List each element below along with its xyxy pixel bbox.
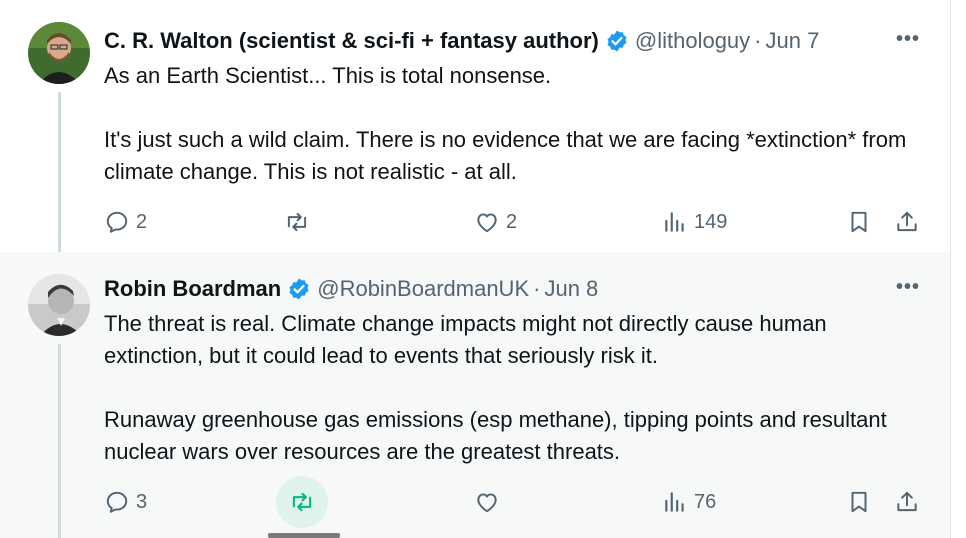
author-handle[interactable]: @RobinBoardmanUK	[317, 276, 529, 302]
thread-line	[58, 344, 61, 538]
author-name[interactable]: Robin Boardman	[104, 276, 281, 302]
tweet-card[interactable]: C. R. Walton (scientist & sci-fi + fanta…	[0, 0, 950, 252]
share-icon	[897, 211, 917, 232]
share-button[interactable]	[894, 482, 920, 522]
thread-line	[58, 92, 61, 252]
views-button[interactable]: 76	[662, 482, 716, 522]
views-icon	[665, 212, 684, 232]
retweet-icon	[287, 212, 307, 232]
action-bar: 3 76	[104, 476, 924, 528]
more-options-button[interactable]: •••	[896, 28, 920, 51]
author-handle[interactable]: @lithologuy	[635, 28, 750, 54]
heart-icon	[477, 493, 497, 513]
tweet-header: Robin Boardman @RobinBoardmanUK · Jun 8	[104, 276, 598, 302]
share-icon	[897, 491, 917, 512]
heart-icon	[477, 213, 497, 233]
author-name[interactable]: C. R. Walton (scientist & sci-fi + fanta…	[104, 28, 599, 54]
tweet-header: C. R. Walton (scientist & sci-fi + fanta…	[104, 28, 819, 54]
reply-icon	[106, 211, 128, 233]
reply-count: 3	[136, 490, 148, 513]
reply-icon	[106, 491, 128, 513]
separator: ·	[533, 276, 541, 301]
retweet-button[interactable]	[276, 476, 328, 528]
separator: ·	[754, 28, 762, 53]
scrollbar-thumb[interactable]	[268, 533, 340, 538]
views-button[interactable]: 149	[662, 202, 727, 242]
tweet-paragraph: Runaway greenhouse gas emissions (esp me…	[104, 407, 887, 464]
tweet-text: As an Earth Scientist... This is total n…	[104, 60, 910, 188]
view-count: 149	[694, 210, 728, 233]
bookmark-icon	[851, 491, 867, 513]
views-icon	[665, 492, 684, 512]
verified-badge-icon	[287, 277, 311, 301]
tweet-text: The threat is real. Climate change impac…	[104, 308, 910, 468]
like-button[interactable]: 2	[474, 202, 517, 242]
tweet-paragraph: It's just such a wild claim. There is no…	[104, 127, 907, 184]
view-count: 76	[694, 490, 717, 513]
retweet-button[interactable]	[284, 202, 310, 242]
reply-button[interactable]: 3	[104, 482, 147, 522]
bookmark-button[interactable]	[846, 482, 872, 522]
avatar[interactable]	[28, 22, 90, 84]
avatar[interactable]	[28, 274, 90, 336]
bookmark-button[interactable]	[846, 202, 872, 242]
tweet-card[interactable]: Robin Boardman @RobinBoardmanUK · Jun 8 …	[0, 252, 950, 538]
tweet-date[interactable]: Jun 8	[544, 276, 598, 302]
like-count: 2	[506, 210, 518, 233]
reply-count: 2	[136, 210, 148, 233]
retweet-icon	[292, 492, 312, 512]
share-button[interactable]	[894, 202, 920, 242]
verified-badge-icon	[605, 29, 629, 53]
tweet-paragraph: The threat is real. Climate change impac…	[104, 311, 827, 368]
more-options-button[interactable]: •••	[896, 276, 920, 299]
timeline: C. R. Walton (scientist & sci-fi + fanta…	[0, 0, 951, 538]
tweet-paragraph: As an Earth Scientist... This is total n…	[104, 63, 552, 88]
tweet-date[interactable]: Jun 7	[766, 28, 820, 54]
action-bar: 2 2 149	[104, 202, 924, 242]
like-button[interactable]	[474, 482, 500, 522]
reply-button[interactable]: 2	[104, 202, 147, 242]
bookmark-icon	[851, 211, 867, 233]
